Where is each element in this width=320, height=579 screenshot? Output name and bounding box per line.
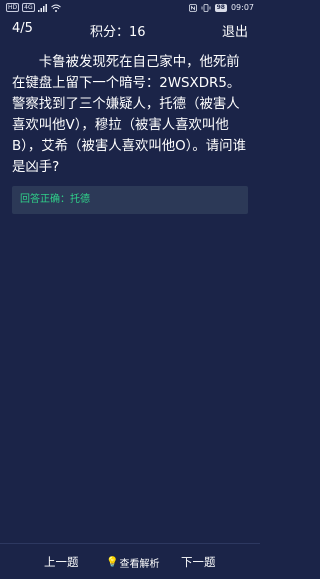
bottom-nav: 上一题 💡 查看解析 下一题: [0, 543, 260, 579]
status-right: 98 09:07: [188, 3, 254, 12]
lightbulb-icon: 💡: [106, 557, 119, 568]
status-left: HD 4G: [6, 3, 61, 12]
score-label: 积分：: [90, 25, 130, 40]
answer-result-label: 回答正确：: [20, 194, 70, 205]
view-analysis-label: 查看解析: [119, 559, 160, 570]
status-bar: HD 4G 98 09:07: [0, 0, 260, 16]
question-progress: 4/5: [12, 21, 33, 36]
status-time: 09:07: [230, 3, 254, 12]
wifi-icon: [50, 4, 61, 12]
quiz-header: 4/5 积分：16 退出: [0, 18, 260, 42]
score-display: 积分：16: [90, 21, 146, 40]
vibrate-icon: [201, 3, 210, 12]
answer-result-box: 回答正确：托德: [12, 186, 248, 214]
hd-badge: HD: [6, 3, 20, 12]
signal-bars-icon: [37, 3, 47, 12]
network-type-badge: 4G: [22, 3, 35, 12]
question-text: 卡鲁被发现死在自己家中，他死前在键盘上留下一个暗号：2WSXDR5。警察找到了三…: [12, 55, 246, 175]
view-analysis-button[interactable]: 💡 查看解析: [106, 555, 159, 570]
answer-result-value: 托德: [70, 194, 90, 205]
next-question-button[interactable]: 下一题: [181, 554, 216, 570]
exit-button[interactable]: 退出: [222, 21, 248, 40]
battery-indicator: 98: [214, 3, 227, 12]
prev-question-button[interactable]: 上一题: [44, 554, 79, 570]
nfc-icon: [188, 3, 197, 12]
score-value: 16: [129, 25, 146, 40]
